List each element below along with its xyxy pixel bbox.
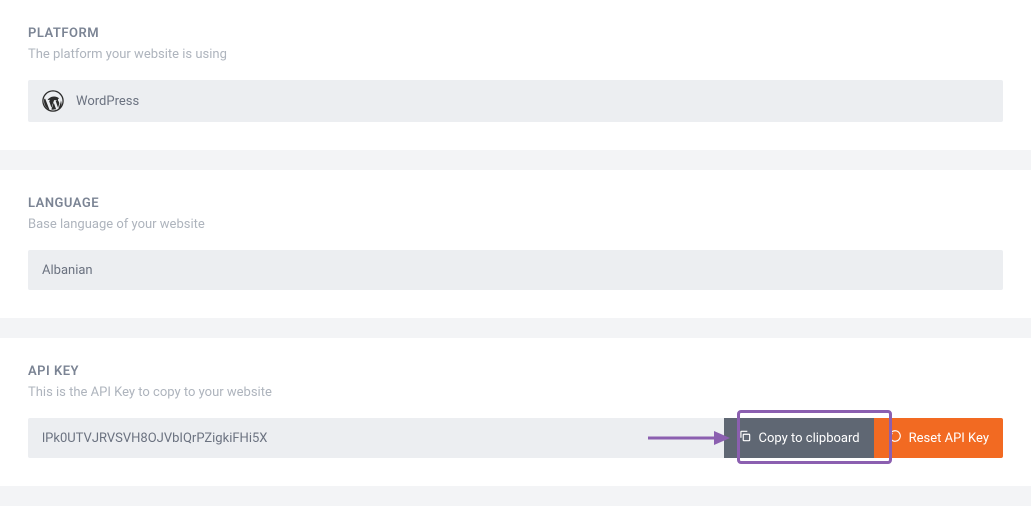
language-value: Albanian [42,263,93,278]
api-key-row: lPk0UTVJRVSVH8OJVbIQrPZigkiFHi5X Copy to… [28,418,1003,458]
copy-icon [738,429,752,447]
copy-to-clipboard-button[interactable]: Copy to clipboard [724,418,874,458]
api-key-title: API KEY [28,364,1003,379]
reset-api-key-button[interactable]: Reset API Key [874,418,1003,458]
copy-button-label: Copy to clipboard [759,431,860,446]
reset-icon [888,429,902,447]
api-key-value-box: lPk0UTVJRVSVH8OJVbIQrPZigkiFHi5X [28,418,724,458]
api-key-section: API KEY This is the API Key to copy to y… [0,338,1031,486]
wordpress-icon [42,90,64,112]
platform-value-box: WordPress [28,80,1003,122]
api-key-subtitle: This is the API Key to copy to your webs… [28,385,1003,400]
language-value-box: Albanian [28,250,1003,290]
language-title: LANGUAGE [28,196,1003,211]
reset-button-label: Reset API Key [909,431,989,446]
platform-subtitle: The platform your website is using [28,47,1003,62]
platform-value: WordPress [76,94,139,109]
language-section: LANGUAGE Base language of your website A… [0,170,1031,318]
platform-section: PLATFORM The platform your website is us… [0,0,1031,150]
platform-title: PLATFORM [28,26,1003,41]
api-key-value: lPk0UTVJRVSVH8OJVbIQrPZigkiFHi5X [42,431,267,446]
language-subtitle: Base language of your website [28,217,1003,232]
